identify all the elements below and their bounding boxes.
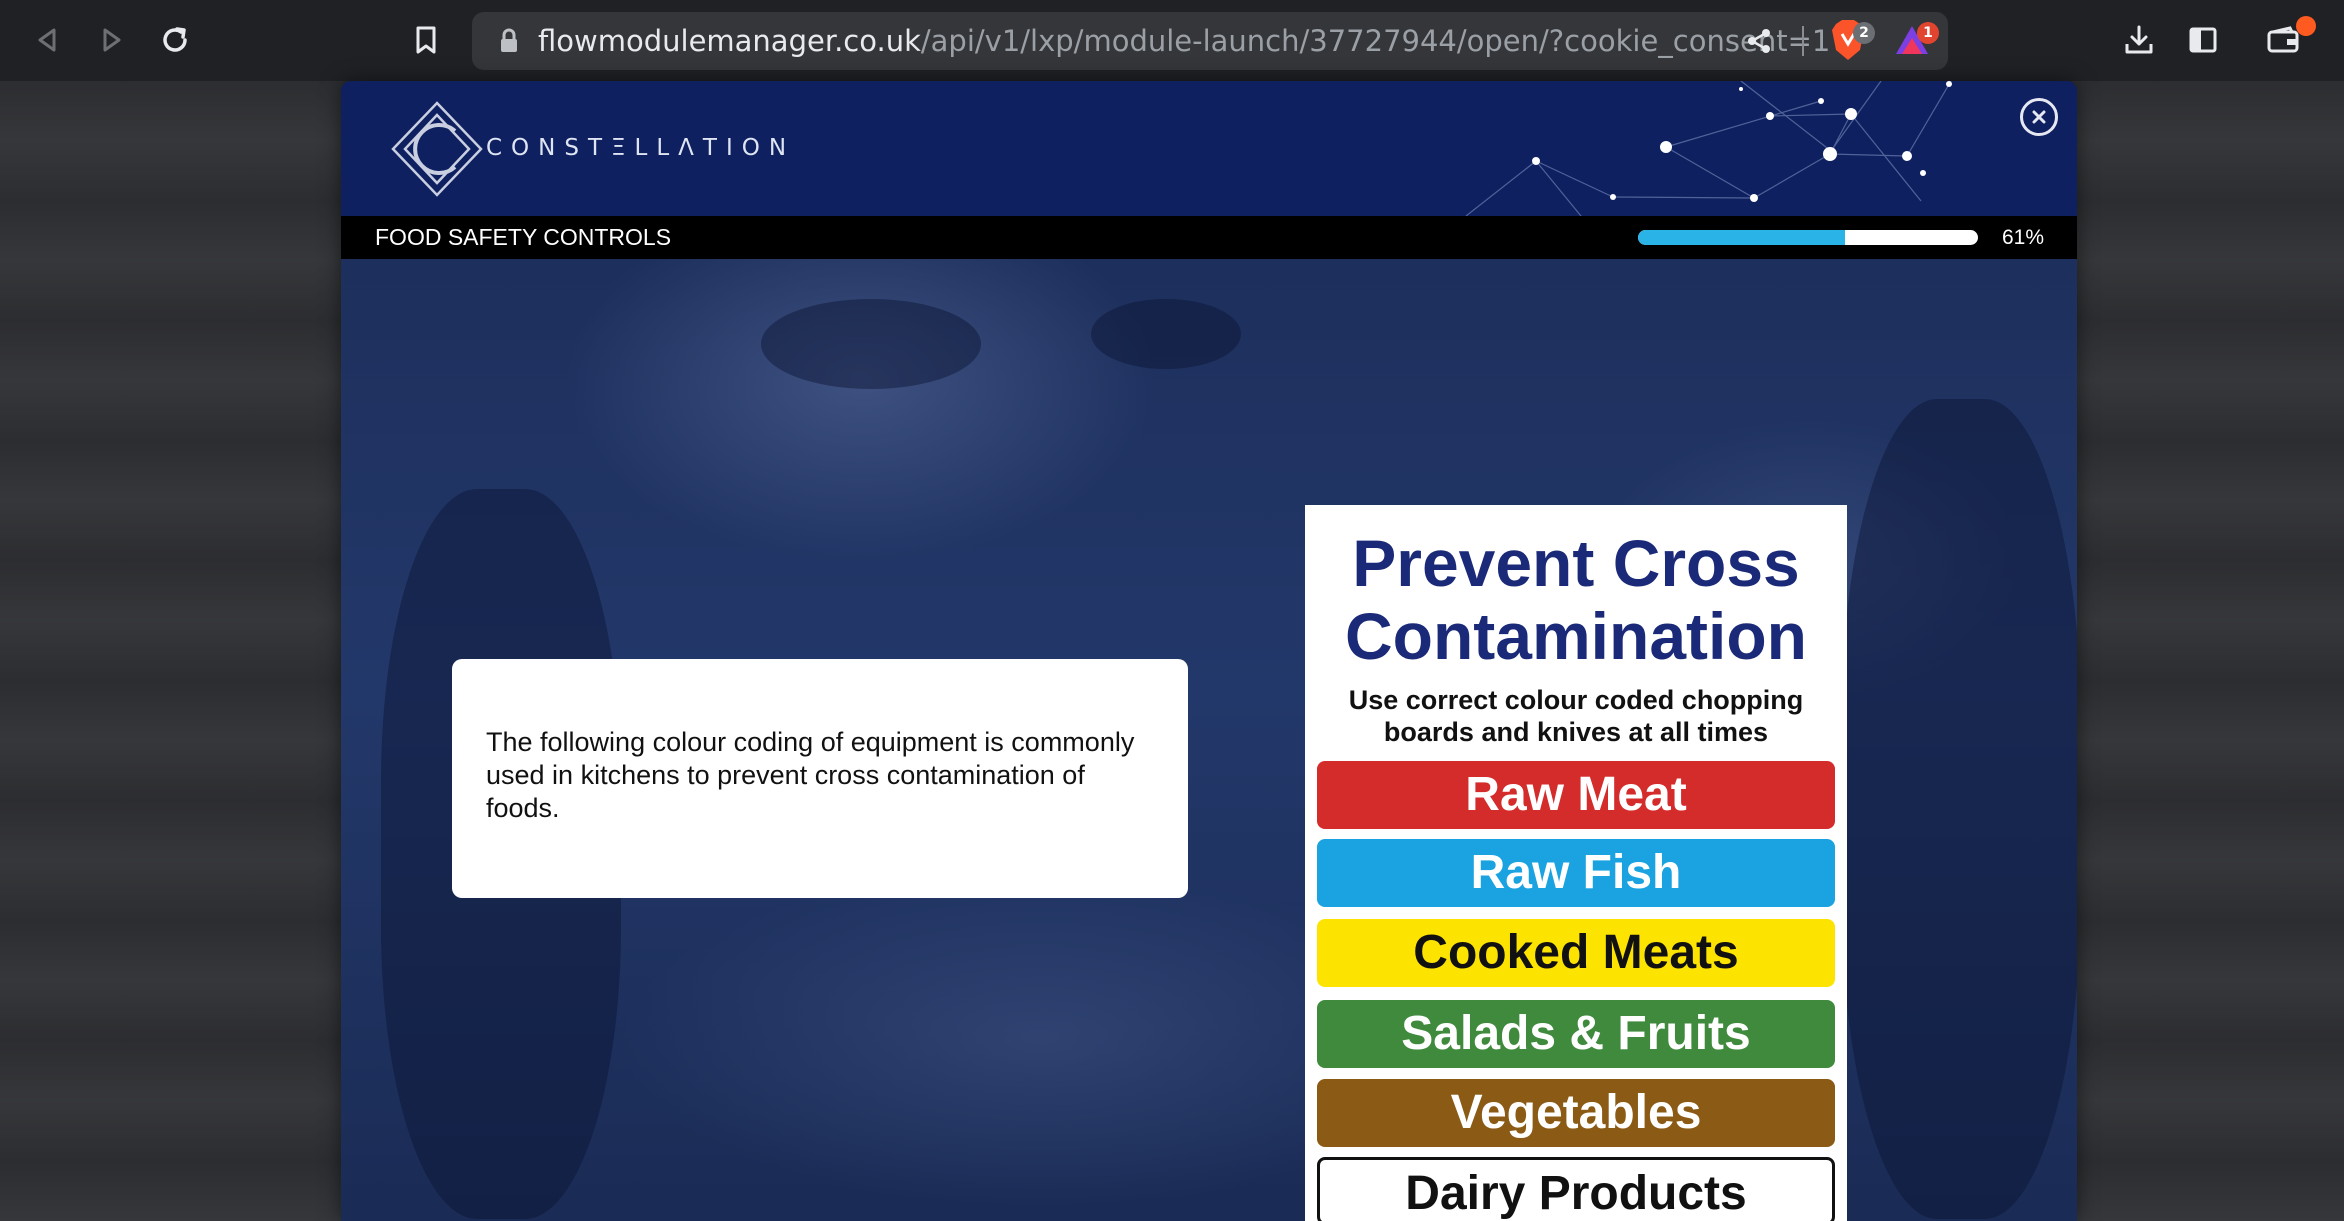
browser-toolbar: flowmodulemanager.co.uk/api/v1/lxp/modul… xyxy=(0,0,2344,81)
intro-text: The following colour coding of equipment… xyxy=(486,727,1135,823)
wallet-icon xyxy=(2267,26,2299,53)
module-window: CONSTΞLLΛTION FOOD SAFETY CONTROLS 61% T… xyxy=(341,81,2077,1221)
progress-bar-fill xyxy=(1638,230,1846,245)
sign-subtitle: Use correct colour coded chopping boards… xyxy=(1305,684,1847,748)
kitchen-background-image: The following colour coding of equipment… xyxy=(341,259,2077,1221)
forward-button[interactable] xyxy=(89,18,133,62)
back-icon xyxy=(38,28,56,52)
band-raw-meat: Raw Meat xyxy=(1317,761,1835,829)
brand-name: CONSTΞLLΛTION xyxy=(486,135,796,161)
sidebar-button[interactable] xyxy=(2181,18,2225,62)
module-title-bar: FOOD SAFETY CONTROLS 61% xyxy=(341,216,2077,259)
constellation-logo-icon xyxy=(391,101,483,197)
sign-title-line-1: Prevent Cross xyxy=(1352,526,1800,600)
wallet-notification-dot xyxy=(2296,16,2316,36)
address-divider xyxy=(1802,26,1804,56)
reload-icon xyxy=(163,27,187,52)
address-bar[interactable]: flowmodulemanager.co.uk/api/v1/lxp/modul… xyxy=(472,12,1948,70)
downloads-button[interactable] xyxy=(2117,18,2161,62)
progress-bar xyxy=(1638,230,1978,245)
url-host: flowmodulemanager.co.uk xyxy=(538,24,921,58)
sign-subtitle-line-1: Use correct colour coded chopping xyxy=(1348,685,1804,715)
sign-title-line-2: Contamination xyxy=(1345,599,1807,673)
band-cooked-meats: Cooked Meats xyxy=(1317,919,1835,987)
progress-percent: 61% xyxy=(2002,226,2045,249)
sign-title: Prevent Cross Contamination xyxy=(1305,527,1847,673)
module-header: CONSTΞLLΛTION xyxy=(341,81,2077,216)
band-salads-fruits: Salads & Fruits xyxy=(1317,1000,1835,1068)
forward-icon xyxy=(103,28,121,52)
sign-subtitle-line-2: boards and knives at all times xyxy=(1383,717,1769,747)
course-title: FOOD SAFETY CONTROLS xyxy=(375,224,672,250)
rewards-badge: 1 xyxy=(1917,22,1939,44)
close-module-button[interactable] xyxy=(2020,98,2058,136)
bookmark-icon xyxy=(416,26,436,54)
band-dairy-products: Dairy Products xyxy=(1317,1157,1835,1221)
bookmark-button[interactable] xyxy=(404,18,448,62)
url-path: /api/v1/lxp/module-launch/37727944/open/… xyxy=(920,24,1831,58)
lock-icon xyxy=(501,28,517,52)
close-icon xyxy=(2032,110,2046,124)
colour-coding-sign: Prevent Cross Contamination Use correct … xyxy=(1305,505,1847,1221)
band-raw-fish: Raw Fish xyxy=(1317,839,1835,907)
band-vegetables: Vegetables xyxy=(1317,1079,1835,1147)
download-icon xyxy=(2125,25,2153,54)
constellation-decoration xyxy=(1465,81,1952,216)
reload-button[interactable] xyxy=(153,18,197,62)
sidebar-icon xyxy=(2189,27,2217,53)
brave-shields-badge: 2 xyxy=(1853,22,1875,44)
back-button[interactable] xyxy=(26,18,70,62)
url-text: flowmodulemanager.co.uk/api/v1/lxp/modul… xyxy=(538,12,1830,70)
info-card: The following colour coding of equipment… xyxy=(452,659,1188,898)
share-icon[interactable] xyxy=(1744,26,1774,56)
